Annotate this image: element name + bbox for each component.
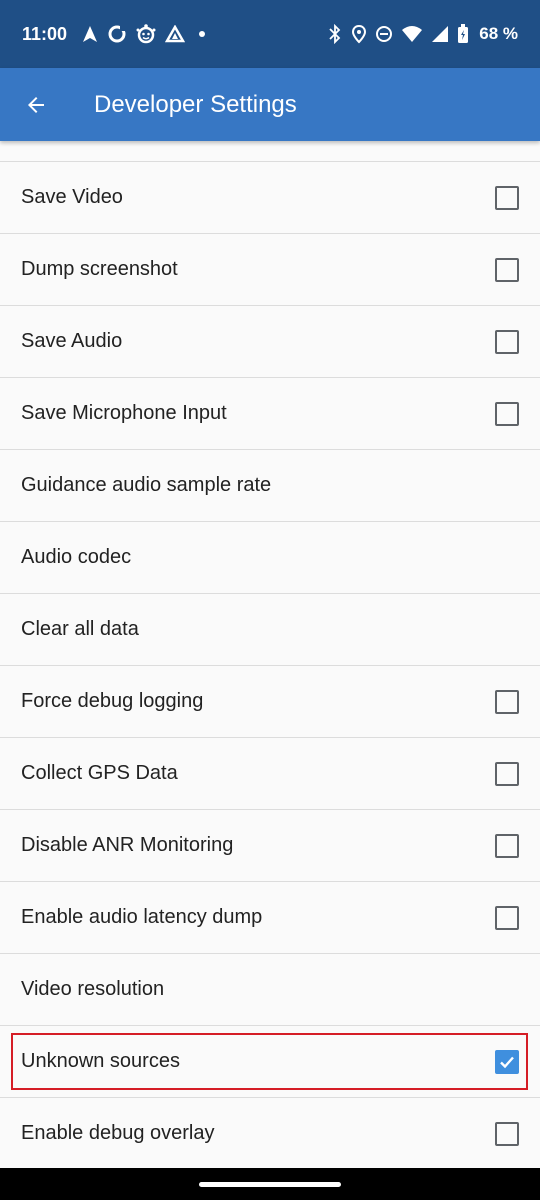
list-top-divider [0,141,540,162]
setting-label: Enable audio latency dump [21,906,263,928]
setting-force-debug-logging[interactable]: Force debug logging [0,666,540,738]
disable-anr-monitoring-checkbox[interactable] [495,833,519,858]
setting-dump-screenshot[interactable]: Dump screenshot [0,234,540,306]
save-audio-checkbox[interactable] [495,329,519,354]
collect-gps-data-checkbox[interactable] [495,761,519,786]
checkmark-icon [500,1056,514,1068]
enable-debug-overlay-checkbox[interactable] [495,1121,519,1146]
setting-label: Unknown sources [21,1050,180,1072]
sync-icon [108,25,126,43]
setting-unknown-sources[interactable]: Unknown sources [0,1026,540,1098]
setting-label: Collect GPS Data [21,762,178,784]
unknown-sources-checkbox[interactable] [495,1049,519,1074]
settings-list[interactable]: Save Video Dump screenshot Save Audio Sa… [0,141,540,1168]
wifi-icon [402,26,423,42]
setting-label: Disable ANR Monitoring [21,834,234,856]
navigation-icon [83,26,98,42]
setting-clear-all-data[interactable]: Clear all data [0,594,540,666]
setting-label: Save Audio [21,330,123,352]
home-gesture-handle[interactable] [199,1181,341,1187]
app-bar: Developer Settings [0,68,540,141]
force-debug-logging-checkbox[interactable] [495,689,519,714]
setting-enable-audio-latency-dump[interactable]: Enable audio latency dump [0,882,540,954]
setting-label: Force debug logging [21,690,204,712]
back-button[interactable] [0,68,72,141]
setting-save-microphone-input[interactable]: Save Microphone Input [0,378,540,450]
setting-label: Clear all data [21,618,139,640]
save-video-checkbox[interactable] [495,185,519,210]
navigation-bar [0,1168,540,1200]
battery-percentage: 68 % [479,24,518,43]
setting-enable-debug-overlay[interactable]: Enable debug overlay [0,1098,540,1168]
page-title: Developer Settings [94,90,297,118]
dot-icon [199,31,206,37]
setting-label: Save Microphone Input [21,402,227,424]
status-bar: 11:00 68 % [0,0,540,68]
status-left: 11:00 [22,23,215,45]
bluetooth-icon [329,24,341,44]
drive-icon [165,25,186,43]
setting-save-audio[interactable]: Save Audio [0,306,540,378]
status-time: 11:00 [22,23,68,44]
setting-label: Video resolution [21,978,165,1000]
setting-audio-codec[interactable]: Audio codec [0,522,540,594]
setting-label: Guidance audio sample rate [21,474,272,496]
setting-disable-anr-monitoring[interactable]: Disable ANR Monitoring [0,810,540,882]
enable-audio-latency-dump-checkbox[interactable] [495,905,519,930]
setting-label: Save Video [21,186,123,208]
do-not-disturb-icon [376,26,393,42]
dump-screenshot-checkbox[interactable] [495,257,519,282]
setting-video-resolution[interactable]: Video resolution [0,954,540,1026]
battery-icon [458,24,469,43]
arrow-back-icon [28,96,44,113]
status-right: 68 % [323,24,518,44]
setting-label: Audio codec [21,546,132,568]
signal-icon [432,26,449,42]
setting-label: Dump screenshot [21,258,178,280]
setting-collect-gps-data[interactable]: Collect GPS Data [0,738,540,810]
setting-guidance-audio-sample-rate[interactable]: Guidance audio sample rate [0,450,540,522]
save-microphone-input-checkbox[interactable] [495,401,519,426]
setting-label: Enable debug overlay [21,1122,215,1144]
setting-save-video[interactable]: Save Video [0,162,540,234]
location-icon [352,24,367,44]
face-icon [136,24,156,44]
